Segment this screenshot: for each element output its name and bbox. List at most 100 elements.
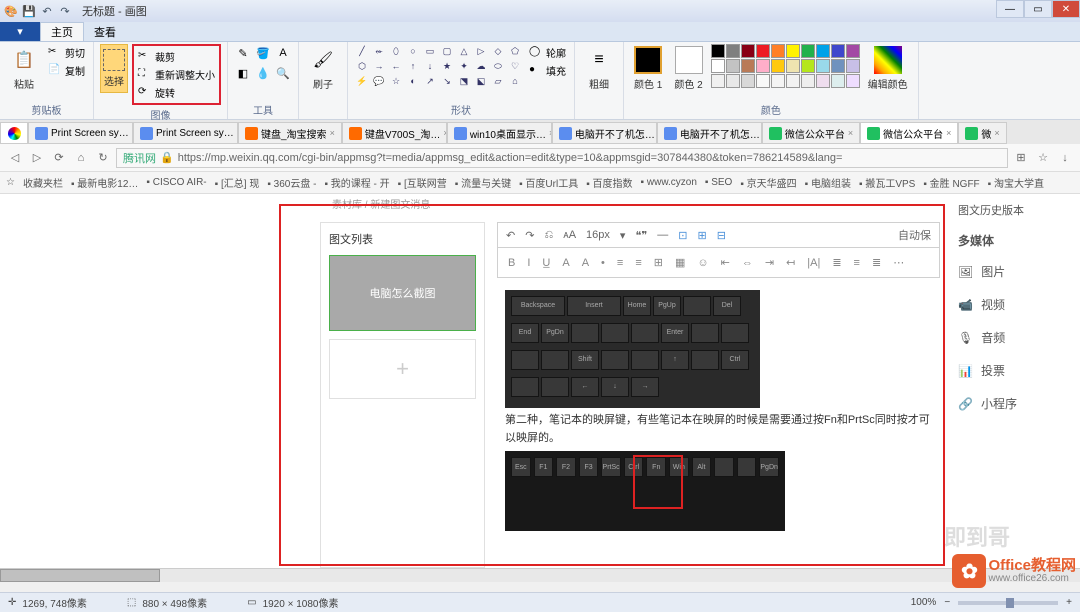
tab-home[interactable]: 主页 xyxy=(40,22,84,41)
text-icon[interactable]: A xyxy=(274,44,292,62)
zoom-out-button[interactable]: − xyxy=(944,597,950,608)
color-swatch[interactable] xyxy=(771,59,785,73)
stop-button[interactable]: ↻ xyxy=(94,149,112,167)
add-article-button[interactable]: + xyxy=(329,339,476,399)
color-swatch[interactable] xyxy=(786,44,800,58)
cut-button[interactable]: ✂剪切 xyxy=(46,44,87,61)
tab-close-icon[interactable]: × xyxy=(848,128,853,138)
hr-button[interactable]: — xyxy=(657,229,668,241)
format-button[interactable]: ≣ xyxy=(870,256,883,269)
star-icon[interactable]: ☆ xyxy=(1034,149,1052,167)
browser-tab[interactable]: win10桌面显示…× xyxy=(447,122,552,144)
eraser-icon[interactable]: ◧ xyxy=(234,64,252,82)
paste-button[interactable]: 📋 粘贴 xyxy=(6,44,42,93)
fill-icon[interactable]: 🪣 xyxy=(254,44,272,62)
format-button[interactable]: A xyxy=(580,257,591,269)
bookmark-item[interactable]: ▪ 360云盘 - xyxy=(267,175,316,190)
color-swatch[interactable] xyxy=(726,59,740,73)
redo-button[interactable]: ↷ xyxy=(525,229,534,242)
color-swatch[interactable] xyxy=(801,74,815,88)
color-swatch[interactable] xyxy=(756,59,770,73)
color-swatch[interactable] xyxy=(711,44,725,58)
color-swatch[interactable] xyxy=(741,59,755,73)
home-button[interactable]: ⌂ xyxy=(72,149,90,167)
color-swatch[interactable] xyxy=(801,59,815,73)
browser-logo[interactable] xyxy=(0,122,28,144)
format-button[interactable]: ⇥ xyxy=(763,256,776,269)
color-swatch[interactable] xyxy=(741,74,755,88)
tab-close-icon[interactable]: × xyxy=(330,128,335,138)
color-swatch[interactable] xyxy=(741,44,755,58)
file-menu-button[interactable]: ▾ xyxy=(0,22,40,41)
bookmark-item[interactable]: ▪ 京天华盛四 xyxy=(740,175,796,190)
color-swatch[interactable] xyxy=(816,74,830,88)
color-palette[interactable] xyxy=(711,44,860,88)
bookmark-item[interactable]: ▪ CISCO AIR- xyxy=(146,177,206,188)
picker-icon[interactable]: 💧 xyxy=(254,64,272,82)
rotate-button[interactable]: ⟳旋转 xyxy=(136,84,217,101)
format-button[interactable]: ≡ xyxy=(615,257,625,269)
color-swatch[interactable] xyxy=(801,44,815,58)
browser-tab[interactable]: Print Screen sy…× xyxy=(133,122,238,144)
browser-tab[interactable]: 键盘_淘宝搜索× xyxy=(238,122,342,144)
editor-body[interactable]: BackspaceInsertHomePgUpDelEndPgDnEnterSh… xyxy=(497,278,940,543)
bookmark-item[interactable]: ▪ [互联网营 xyxy=(398,175,447,190)
crop-button[interactable]: ✂裁剪 xyxy=(136,48,217,65)
format-button[interactable]: ⊞ xyxy=(652,256,665,269)
quote-button[interactable]: ❝❞ xyxy=(635,229,647,242)
browser-tab[interactable]: 微信公众平台× xyxy=(860,122,958,144)
sidebar-item[interactable]: 🖼图片 xyxy=(958,255,1072,288)
fontsize-select[interactable]: 16px xyxy=(586,229,610,241)
fill-button[interactable]: ●填充 xyxy=(527,62,568,79)
format-button[interactable]: ☺ xyxy=(695,257,710,269)
format-button[interactable]: ⇔ xyxy=(740,257,755,269)
format-button[interactable]: ≣ xyxy=(830,256,843,269)
color-swatch[interactable] xyxy=(846,44,860,58)
color-swatch[interactable] xyxy=(846,59,860,73)
browser-tab[interactable]: 电脑开不了机怎…× xyxy=(657,122,762,144)
sidebar-item[interactable]: 🔗小程序 xyxy=(958,387,1072,420)
color-swatch[interactable] xyxy=(831,44,845,58)
brush-button[interactable]: 🖌 刷子 xyxy=(305,44,341,93)
format-button[interactable]: ⇤ xyxy=(719,256,732,269)
sidebar-item[interactable]: 📹视频 xyxy=(958,288,1072,321)
format-button[interactable]: ≡ xyxy=(852,257,862,269)
horizontal-scrollbar[interactable] xyxy=(0,568,1080,582)
scroll-thumb[interactable] xyxy=(0,569,160,582)
color-swatch[interactable] xyxy=(816,59,830,73)
color-swatch[interactable] xyxy=(846,74,860,88)
color-swatch[interactable] xyxy=(756,74,770,88)
magnify-icon[interactable]: 🔍 xyxy=(274,64,292,82)
reload-button[interactable]: ⟳ xyxy=(50,149,68,167)
undo-button[interactable]: ↶ xyxy=(506,229,515,242)
browser-tab[interactable]: 键盘V700S_淘…× xyxy=(342,122,447,144)
save-icon[interactable]: 💾 xyxy=(22,4,36,18)
redo-icon[interactable]: ↷ xyxy=(58,4,72,18)
bookmark-item[interactable]: ▪ SEO xyxy=(705,177,732,188)
sidebar-item[interactable]: 🎙音频 xyxy=(958,321,1072,354)
color-swatch[interactable] xyxy=(711,59,725,73)
format-button[interactable]: U̲ xyxy=(540,257,552,269)
heading-icon[interactable]: ᴀA xyxy=(563,229,576,241)
bookmark-item[interactable]: ▪ 百度指数 xyxy=(586,175,632,190)
back-button[interactable]: ◁ xyxy=(6,149,24,167)
color-swatch[interactable] xyxy=(711,74,725,88)
color-swatch[interactable] xyxy=(816,44,830,58)
select-button[interactable]: 选择 xyxy=(100,44,128,93)
article-card[interactable]: 电脑怎么截图 xyxy=(329,255,476,331)
bookmark-item[interactable]: ▪ 金胜 NGFF xyxy=(923,175,979,190)
copy-button[interactable]: 📄复制 xyxy=(46,62,87,79)
color-swatch[interactable] xyxy=(831,59,845,73)
color1-button[interactable]: 颜色 1 xyxy=(630,44,666,93)
close-button[interactable]: ✕ xyxy=(1052,0,1080,18)
format-button[interactable]: ≡ xyxy=(633,257,643,269)
color-swatch[interactable] xyxy=(756,44,770,58)
bookmark-item[interactable]: ▪ 淘宝大学直 xyxy=(988,175,1044,190)
tab-close-icon[interactable]: × xyxy=(946,128,951,138)
tab-view[interactable]: 查看 xyxy=(84,22,126,41)
color-swatch[interactable] xyxy=(726,44,740,58)
bookmark-item[interactable]: ▪ 搬瓦工VPS xyxy=(859,175,915,190)
color-swatch[interactable] xyxy=(726,74,740,88)
bookmark-item[interactable]: 收藏夹栏 xyxy=(23,175,63,190)
format-button[interactable]: ↤ xyxy=(784,256,797,269)
